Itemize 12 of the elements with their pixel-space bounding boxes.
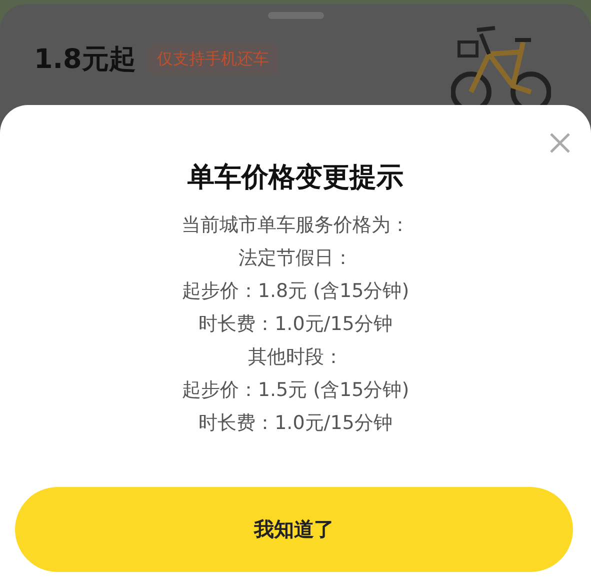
price-text: 1.8元起 bbox=[34, 43, 136, 77]
price-info-text: 时长费：1.0元/15分钟 bbox=[198, 411, 392, 436]
price-info-text: 起步价：1.5元 (含15分钟) bbox=[182, 378, 410, 403]
price-info-text: 其他时段： bbox=[248, 345, 343, 370]
dialog-title: 单车价格变更提示 bbox=[188, 161, 404, 195]
close-icon[interactable] bbox=[549, 132, 571, 154]
price-info-text: 时长费：1.0元/15分钟 bbox=[198, 312, 392, 337]
price-info-text: 当前城市单车服务价格为： bbox=[182, 213, 410, 238]
price-info-text: 法定节假日： bbox=[238, 246, 352, 271]
price-info-text: 起步价：1.8元 (含15分钟) bbox=[182, 279, 410, 304]
confirm-button[interactable]: 我知道了 bbox=[15, 487, 573, 572]
return-tag: 仅支持手机还车 bbox=[148, 44, 278, 74]
